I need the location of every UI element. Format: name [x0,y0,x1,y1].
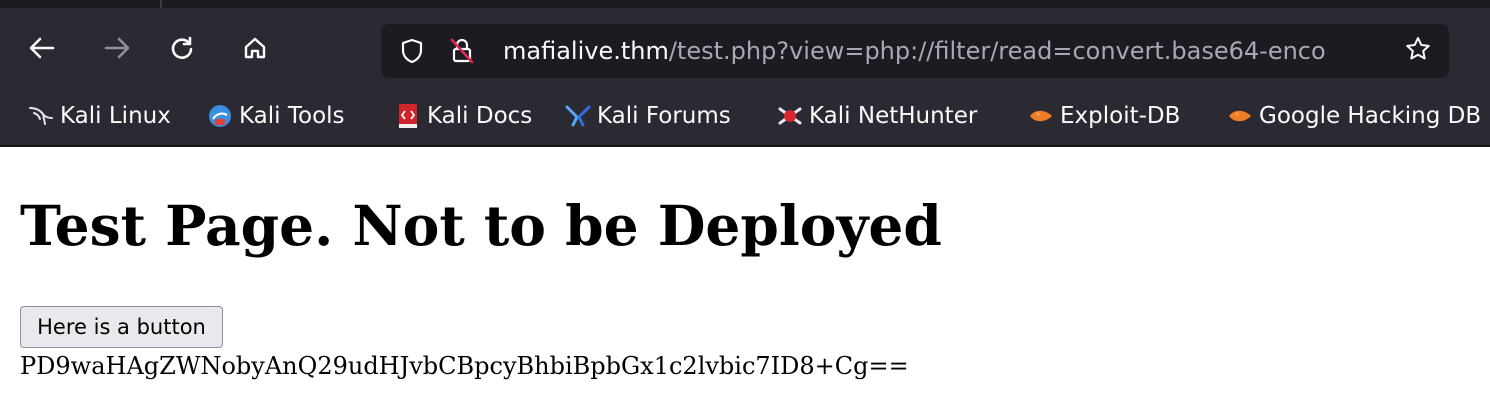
ghdb-icon [1227,103,1253,129]
bookmark-kali-docs[interactable]: Kali Docs [395,98,532,134]
bookmark-kali-tools[interactable]: Kali Tools [207,98,345,134]
bookmark-label: Kali NetHunter [809,103,978,129]
reload-icon [170,36,194,60]
bookmark-star-button[interactable] [1403,36,1433,66]
forward-button[interactable] [97,28,137,68]
base64-output-text: PD9waHAgZWNobyAnQ29udHJvbCBpcyBhbiBpbGx1… [20,352,909,380]
bookmarks-toolbar: Kali Linux Kali Tools Kali Docs Kali For… [0,86,1490,146]
bookmark-kali-linux[interactable]: Kali Linux [28,98,171,134]
url-text[interactable]: mafialive.thm/test.php?view=php://filter… [503,24,1403,78]
url-host: mafialive.thm [503,37,669,65]
back-arrow-icon [29,36,55,60]
here-is-a-button[interactable]: Here is a button [20,306,223,348]
kali-nethunter-icon [777,103,803,129]
kali-dragon-icon [28,103,54,129]
back-button[interactable] [22,28,62,68]
kali-tools-icon [207,103,233,129]
home-button[interactable] [235,28,275,68]
home-icon [243,36,267,60]
kali-docs-icon [395,103,421,129]
bookmark-label: Google Hacking DB [1259,103,1482,129]
navigation-toolbar: mafialive.thm/test.php?view=php://filter… [0,8,1490,86]
tab-strip [0,0,1490,8]
address-bar[interactable]: mafialive.thm/test.php?view=php://filter… [381,24,1449,78]
bookmark-label: Kali Forums [597,103,731,129]
exploit-db-icon [1028,103,1054,129]
bookmark-label: Kali Docs [427,103,533,129]
bookmark-label: Kali Linux [60,103,171,129]
tab-separator [160,0,162,8]
reload-button[interactable] [162,28,202,68]
url-path: /test.php?view=php://filter/read=convert… [668,37,1326,65]
forward-arrow-icon [104,36,130,60]
bookmark-label: Exploit-DB [1060,103,1181,129]
bookmark-kali-forums[interactable]: Kali Forums [565,98,731,134]
web-page-content: Test Page. Not to be Deployed Here is a … [0,147,1490,418]
page-heading: Test Page. Not to be Deployed [20,193,942,258]
insecure-lock-icon[interactable] [447,36,477,66]
bookmark-label: Kali Tools [239,103,345,129]
star-icon [1405,36,1431,66]
bookmark-google-hacking-db[interactable]: Google Hacking DB [1227,98,1481,134]
shield-icon[interactable] [397,36,427,66]
kali-forums-icon [565,103,591,129]
bookmark-exploit-db[interactable]: Exploit-DB [1028,98,1180,134]
bookmark-kali-nethunter[interactable]: Kali NetHunter [777,98,977,134]
